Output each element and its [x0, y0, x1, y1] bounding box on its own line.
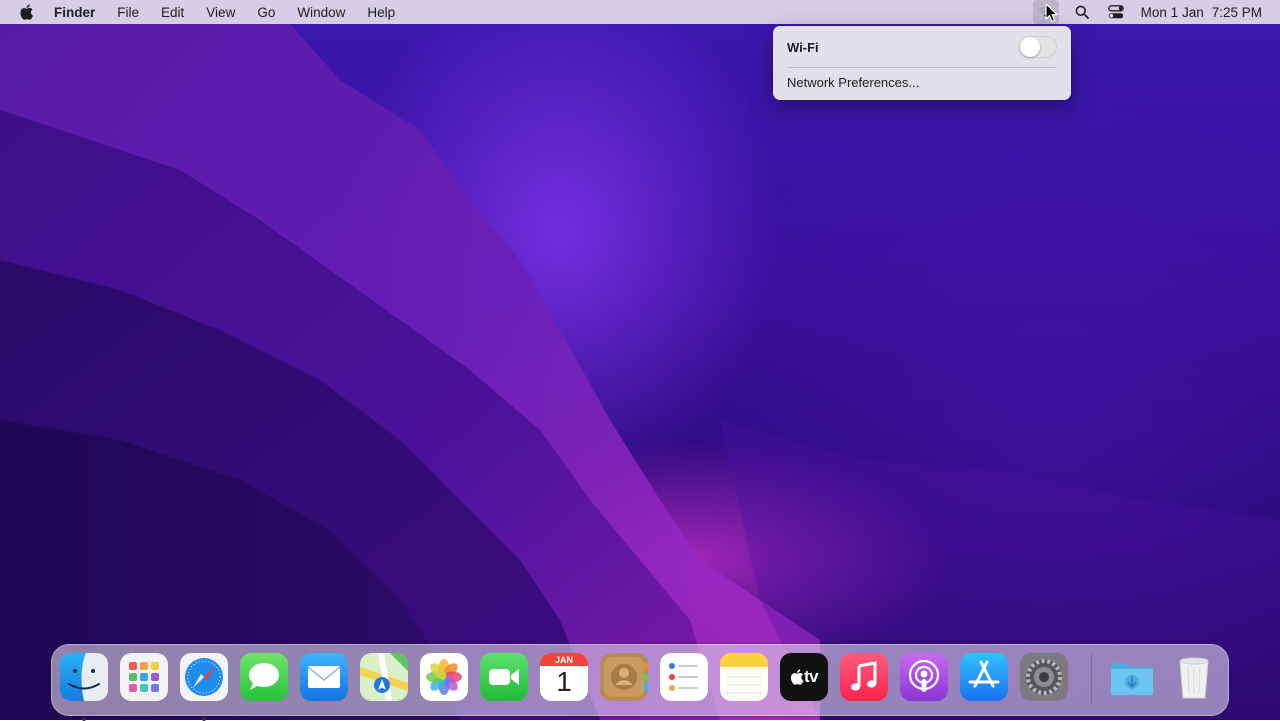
wifi-label: Wi-Fi	[787, 39, 819, 55]
spotlight-search-icon[interactable]	[1065, 0, 1099, 24]
status-area: Mon 1 Jan 7:25 PM	[1032, 0, 1280, 24]
dock-calendar[interactable]: JAN 1	[540, 653, 588, 701]
dock-trash[interactable]	[1170, 653, 1218, 701]
dock-system-preferences[interactable]	[1020, 653, 1068, 701]
menu-app-name[interactable]: Finder	[52, 5, 106, 20]
messages-icon	[240, 653, 288, 701]
clock-time: 7:25 PM	[1211, 4, 1262, 20]
running-indicator	[82, 717, 86, 721]
music-icon	[840, 653, 888, 701]
dock-tv[interactable]: tv	[780, 653, 828, 701]
dock-messages[interactable]	[240, 653, 288, 701]
toggle-knob	[1020, 37, 1040, 57]
dock-finder[interactable]	[60, 653, 108, 721]
menu-window[interactable]: Window	[286, 5, 356, 20]
calendar-icon: JAN 1	[540, 653, 588, 701]
wifi-dropdown-menu: Wi-Fi Network Preferences...	[773, 26, 1071, 100]
launchpad-icon	[120, 653, 168, 701]
dock-safari[interactable]	[180, 653, 228, 721]
clock-date: Mon 1 Jan	[1140, 4, 1204, 20]
dock-facetime[interactable]	[480, 653, 528, 701]
control-center-icon[interactable]	[1099, 0, 1133, 24]
system-preferences-icon	[1020, 653, 1068, 701]
network-preferences-item[interactable]: Network Preferences...	[787, 75, 919, 90]
dock-maps[interactable]	[360, 653, 408, 701]
apple-logo-icon	[790, 669, 804, 685]
dock-podcasts[interactable]	[900, 653, 948, 701]
notes-icon	[720, 653, 768, 701]
dock-photos[interactable]	[420, 653, 468, 701]
dock-contacts[interactable]	[600, 653, 648, 701]
menu-edit[interactable]: Edit	[150, 5, 195, 20]
podcasts-icon	[900, 653, 948, 701]
safari-icon	[180, 653, 228, 701]
menu-file[interactable]: File	[106, 5, 150, 20]
wifi-toggle-row: Wi-Fi	[787, 36, 1057, 58]
dock: JAN 1 tv	[51, 644, 1229, 721]
dock-app-store[interactable]	[960, 653, 1008, 701]
dock-mail[interactable]	[300, 653, 348, 701]
finder-icon	[60, 653, 108, 701]
contacts-icon	[600, 653, 648, 701]
menu-clock[interactable]: Mon 1 Jan 7:25 PM	[1133, 5, 1280, 20]
dock-notes[interactable]	[720, 653, 768, 701]
menu-separator	[787, 67, 1057, 68]
menu-view[interactable]: View	[195, 5, 246, 20]
reminders-icon	[660, 653, 708, 701]
photos-icon	[420, 653, 468, 701]
wifi-toggle[interactable]	[1019, 36, 1057, 58]
dock-downloads[interactable]	[1108, 653, 1156, 701]
dock-music[interactable]	[840, 653, 888, 701]
running-indicator	[202, 717, 206, 721]
tv-label: tv	[803, 667, 819, 686]
mouse-cursor-icon	[1045, 3, 1058, 23]
desktop-wallpaper	[0, 0, 1280, 720]
menu-bar: Finder File Edit View Go Window Help Mon…	[0, 0, 1280, 24]
menu-help[interactable]: Help	[356, 5, 406, 20]
calendar-month: JAN	[554, 655, 573, 665]
facetime-icon	[480, 653, 528, 701]
dock-launchpad[interactable]	[120, 653, 168, 701]
menu-go[interactable]: Go	[246, 5, 286, 20]
maps-icon	[360, 653, 408, 701]
app-store-icon	[960, 653, 1008, 701]
mail-icon	[300, 653, 348, 701]
dock-divider	[1091, 654, 1092, 704]
trash-icon	[1170, 653, 1218, 701]
calendar-day: 1	[556, 666, 572, 697]
downloads-folder-icon	[1108, 653, 1156, 701]
tv-icon: tv	[780, 653, 828, 701]
dock-reminders[interactable]	[660, 653, 708, 701]
apple-menu-icon[interactable]	[0, 4, 52, 20]
